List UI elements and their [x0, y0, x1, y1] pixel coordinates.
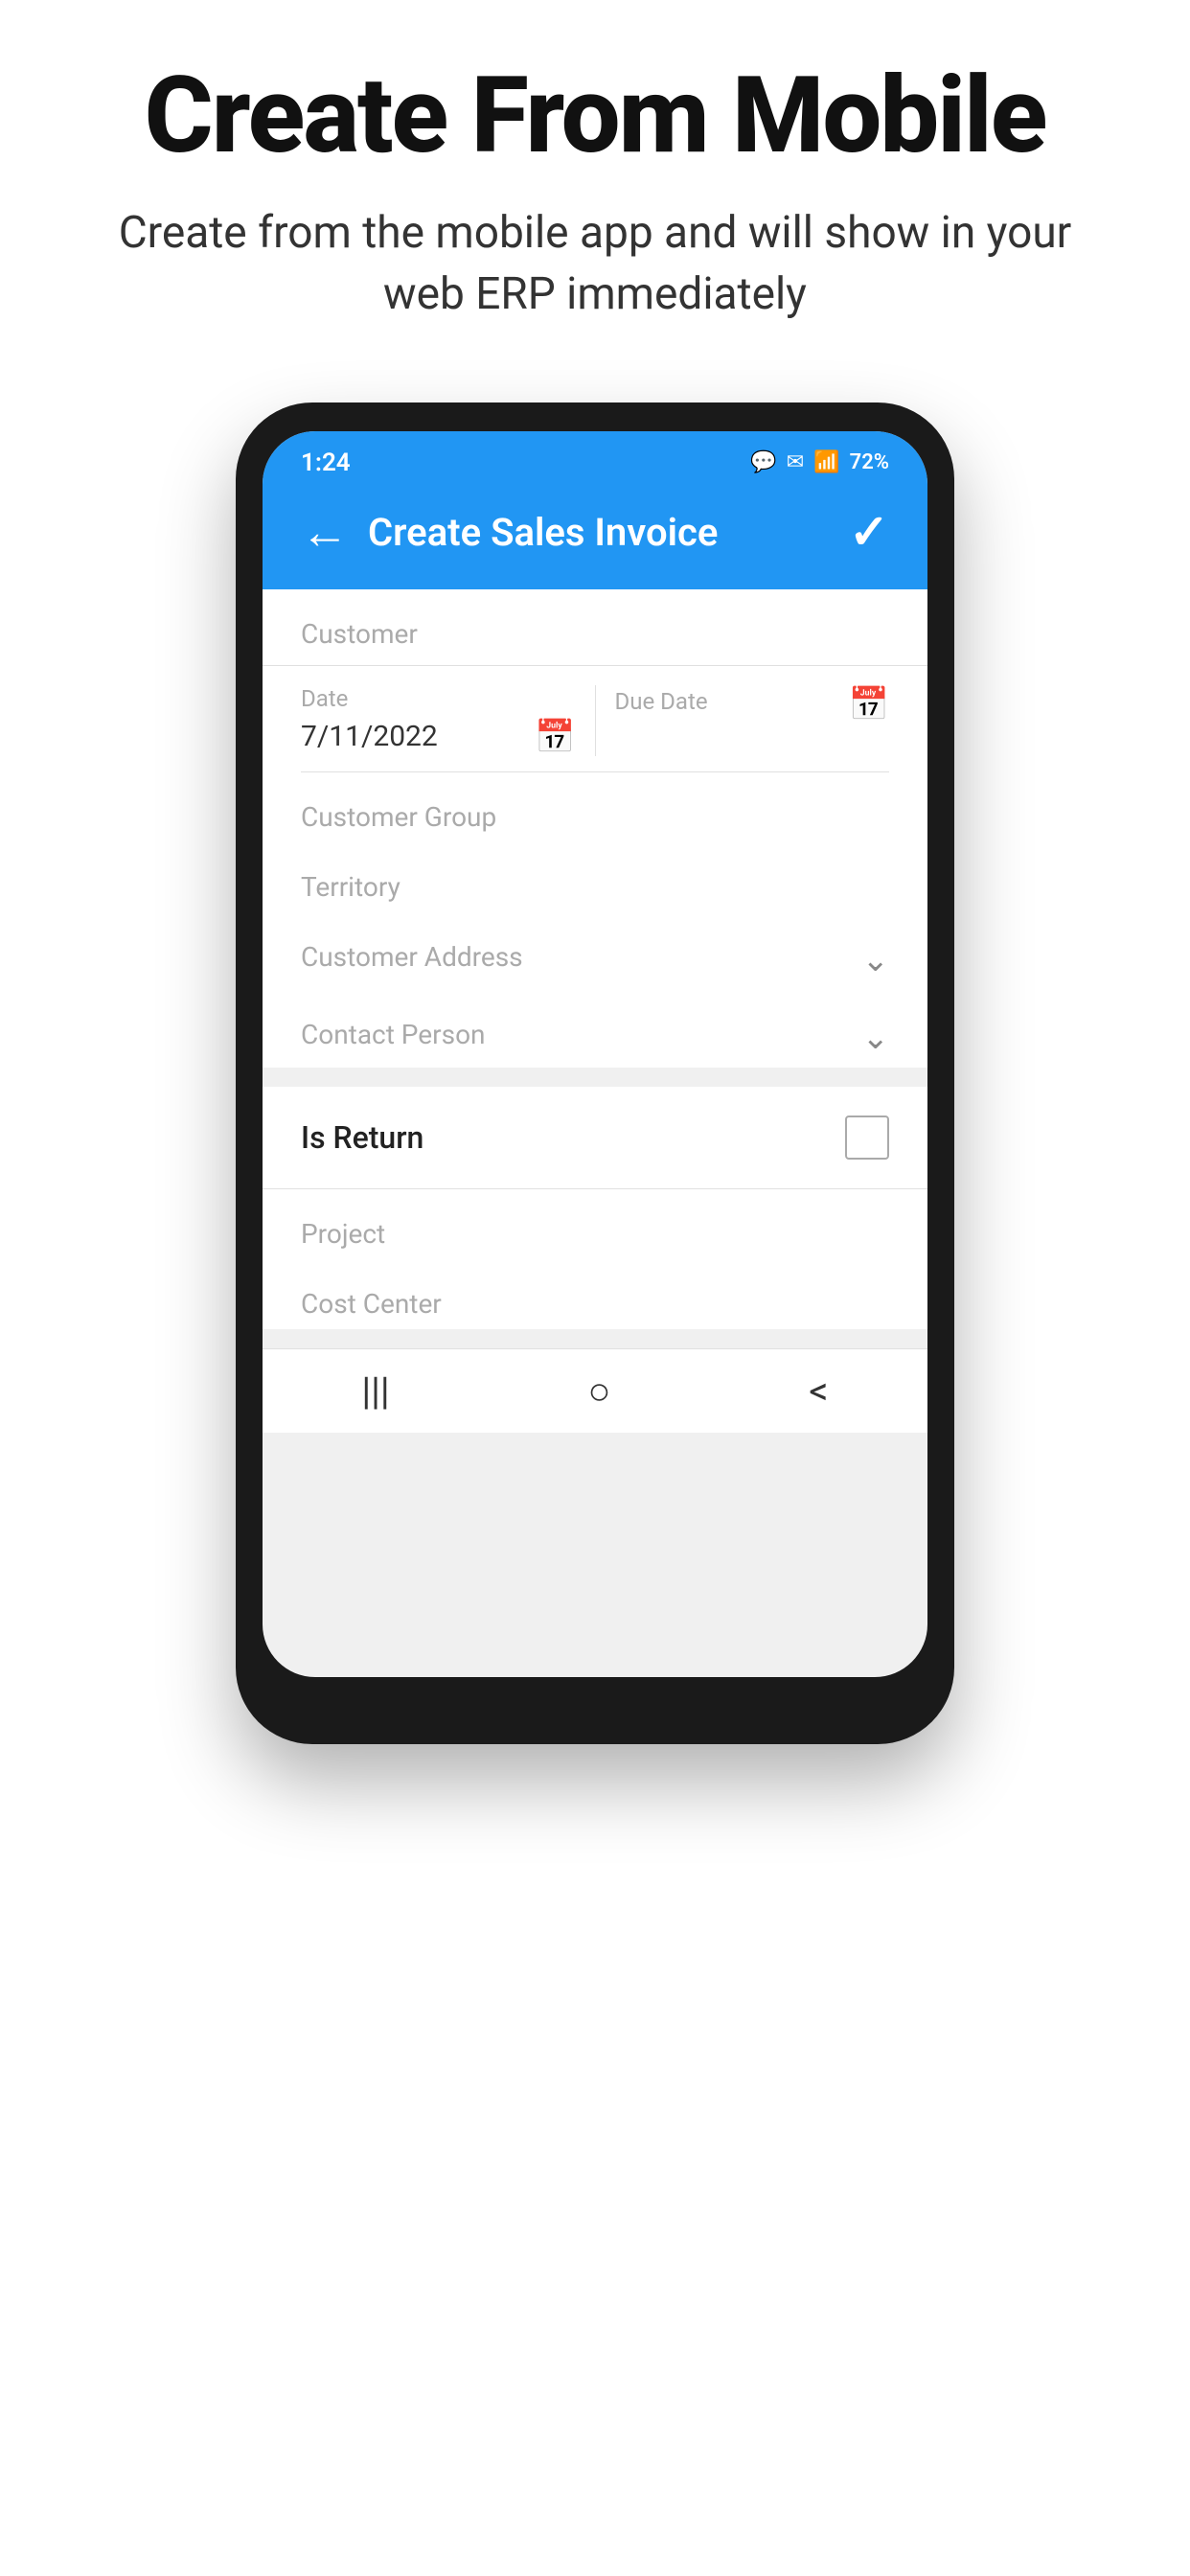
status-bar: 1:24 💬 ✉ 📶 72%	[263, 431, 927, 485]
customer-address-section: Customer Address ⌄	[263, 912, 927, 990]
customer-label: Customer	[301, 618, 418, 650]
phone-mockup: 1:24 💬 ✉ 📶 72% ← Create Sales Invoice ✓	[236, 402, 954, 1744]
customer-group-field[interactable]: Customer Group	[301, 772, 889, 842]
is-return-label: Is Return	[301, 1119, 423, 1156]
date-label: Date	[301, 685, 576, 712]
app-header-title: Create Sales Invoice	[368, 510, 849, 555]
is-return-checkbox[interactable]	[845, 1116, 889, 1160]
nav-back-icon[interactable]: <	[809, 1368, 828, 1414]
contact-person-section: Contact Person ⌄	[263, 990, 927, 1068]
customer-address-chevron-icon: ⌄	[862, 941, 890, 979]
battery-indicator: 72%	[850, 450, 889, 474]
contact-person-label: Contact Person	[301, 1019, 486, 1050]
form-content: Customer Date 7/11/2022 📅	[263, 589, 927, 1433]
back-button[interactable]: ←	[301, 504, 349, 561]
message-icon: ✉	[787, 450, 804, 474]
cost-center-field[interactable]: Cost Center	[301, 1259, 889, 1329]
customer-field[interactable]: Customer	[263, 589, 927, 666]
date-calendar-icon[interactable]: 📅	[535, 718, 575, 756]
nav-home-icon[interactable]: ○	[587, 1368, 610, 1414]
phone-screen: 1:24 💬 ✉ 📶 72% ← Create Sales Invoice ✓	[263, 431, 927, 1677]
save-button[interactable]: ✓	[849, 504, 889, 561]
cost-center-section: Cost Center	[263, 1259, 927, 1329]
date-value: 7/11/2022	[301, 720, 438, 753]
bottom-nav: ||| ○ <	[263, 1348, 927, 1433]
page-subtitle: Create from the mobile app and will show…	[0, 202, 1190, 326]
whatsapp-icon: 💬	[750, 450, 776, 474]
due-date-label: Due Date	[615, 688, 708, 715]
app-header: ← Create Sales Invoice ✓	[263, 485, 927, 589]
section-separator	[263, 1068, 927, 1087]
bottom-separator	[263, 1329, 927, 1348]
is-return-field[interactable]: Is Return	[263, 1087, 927, 1189]
date-section: Date 7/11/2022 📅 Due Date 📅	[263, 666, 927, 772]
date-field[interactable]: Date 7/11/2022 📅	[301, 685, 596, 756]
customer-address-label: Customer Address	[301, 941, 523, 973]
project-label: Project	[301, 1218, 385, 1250]
nav-menu-icon[interactable]: |||	[361, 1368, 389, 1414]
territory-section: Territory	[263, 842, 927, 912]
due-date-field[interactable]: Due Date 📅	[596, 685, 890, 756]
signal-icon: 📶	[813, 450, 839, 474]
status-time: 1:24	[301, 448, 351, 477]
project-section: Project	[263, 1189, 927, 1259]
customer-address-field[interactable]: Customer Address ⌄	[301, 912, 889, 990]
cost-center-label: Cost Center	[301, 1288, 442, 1320]
due-date-calendar-icon[interactable]: 📅	[849, 685, 889, 724]
territory-label: Territory	[301, 871, 400, 903]
page-title: Create From Mobile	[106, 58, 1085, 173]
customer-group-section: Customer Group	[263, 772, 927, 842]
contact-person-chevron-icon: ⌄	[862, 1019, 890, 1057]
customer-group-label: Customer Group	[301, 801, 496, 833]
territory-field[interactable]: Territory	[301, 842, 889, 912]
project-field[interactable]: Project	[301, 1189, 889, 1259]
status-icons: 💬 ✉ 📶 72%	[750, 450, 889, 474]
contact-person-field[interactable]: Contact Person ⌄	[301, 990, 889, 1068]
date-row: Date 7/11/2022 📅 Due Date 📅	[301, 685, 889, 772]
